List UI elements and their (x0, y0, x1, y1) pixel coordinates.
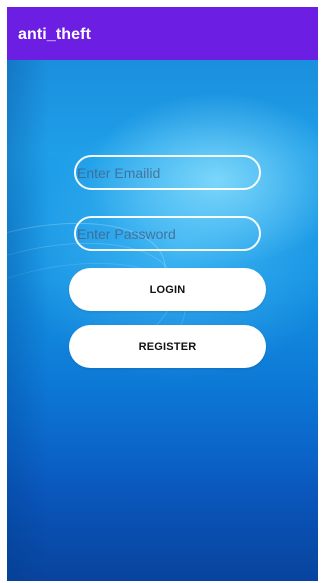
email-field-container[interactable] (74, 155, 261, 190)
background-shadow (7, 461, 318, 581)
android-screen: anti_theft LOGIN REGISTER (0, 0, 325, 583)
app-bar: anti_theft (7, 7, 318, 60)
register-button[interactable]: REGISTER (69, 325, 266, 368)
app-title: anti_theft (18, 26, 91, 43)
password-input[interactable] (76, 218, 259, 249)
login-background: LOGIN REGISTER (7, 60, 318, 581)
password-field-container[interactable] (74, 216, 261, 251)
email-input[interactable] (76, 157, 259, 188)
login-button[interactable]: LOGIN (69, 268, 266, 311)
